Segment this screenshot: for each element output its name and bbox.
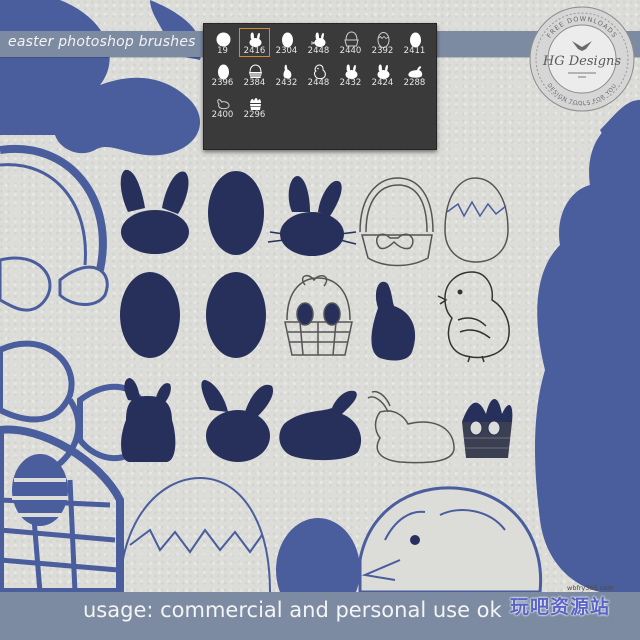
sitting-bunny-brush xyxy=(371,281,416,361)
brush-size-label: 2396 xyxy=(211,78,234,88)
brush-size-label: 2432 xyxy=(275,78,298,88)
brush-preset[interactable]: 2396 xyxy=(207,60,238,89)
brush-preset[interactable]: 2440 xyxy=(335,28,366,57)
brush-size-label: 2384 xyxy=(243,78,266,88)
brush-size-label: 2440 xyxy=(339,46,362,56)
rabbit-outline-brush xyxy=(367,390,455,464)
egg-brush-1 xyxy=(208,171,264,255)
basket-bow-outline-brush xyxy=(359,177,434,267)
brush-size-label: 2448 xyxy=(307,78,330,88)
brush-preset[interactable]: 2384 xyxy=(239,60,270,89)
brush-preset[interactable]: 2416 xyxy=(239,28,270,57)
lying-bunny-brush xyxy=(279,390,362,461)
brush-size-label: 2424 xyxy=(371,78,394,88)
brush-preset[interactable]: 2304 xyxy=(271,28,302,57)
brush-preset[interactable]: 19 xyxy=(207,28,238,57)
cracked-egg-outline-brush xyxy=(444,177,509,263)
brush-size-label: 2288 xyxy=(403,78,426,88)
chick-sketch-brush xyxy=(437,271,510,363)
brush-preset[interactable]: 2411 xyxy=(399,28,430,57)
brush-preset[interactable]: 2448 xyxy=(303,60,334,89)
egg-basket-outline-brush xyxy=(284,274,353,356)
brush-preset[interactable]: 2424 xyxy=(367,60,398,89)
bunny-sitting-large-brush xyxy=(121,378,176,462)
grass-basket-brush xyxy=(462,398,513,458)
brush-preset[interactable]: 2296 xyxy=(239,92,270,121)
brush-preset[interactable]: 2432 xyxy=(335,60,366,89)
brush-preset[interactable]: 2288 xyxy=(399,60,430,89)
brush-size-label: 2304 xyxy=(275,46,298,56)
brush-size-label: 2392 xyxy=(371,46,394,56)
brush-preset[interactable]: 2432 xyxy=(271,60,302,89)
brush-preset[interactable]: 2392 xyxy=(367,28,398,57)
brush-size-label: 2296 xyxy=(243,110,266,120)
brush-size-label: 2432 xyxy=(339,78,362,88)
brush-preset[interactable]: 2448 xyxy=(303,28,334,57)
brush-preset-grid: 19 2416 2304 2448 2440 2392 2411 2396 2384 2432 24… xyxy=(207,28,435,122)
brush-size-label: 19 xyxy=(217,46,228,56)
watermark-url: wbfry365.com xyxy=(567,584,614,592)
bunny-head-brush-1 xyxy=(120,169,189,254)
brush-size-label: 2448 xyxy=(307,46,330,56)
bunny-head-whiskers-brush xyxy=(267,175,357,256)
egg-brush-2 xyxy=(120,272,180,358)
brush-size-label: 2411 xyxy=(403,46,426,56)
brush-size-label: 2400 xyxy=(211,110,234,120)
brush-size-label: 2416 xyxy=(243,46,266,56)
brush-preset[interactable]: 2400 xyxy=(207,92,238,121)
watermark-text: 玩吧资源站 xyxy=(510,596,611,618)
brush-preset-panel: 19 2416 2304 2448 2440 2392 2411 2396 2384 2432 24… xyxy=(203,23,437,150)
bunny-head-brush-2 xyxy=(201,380,274,462)
usage-text: usage: commercial and personal use ok xyxy=(83,598,502,622)
egg-brush-3 xyxy=(206,272,266,358)
